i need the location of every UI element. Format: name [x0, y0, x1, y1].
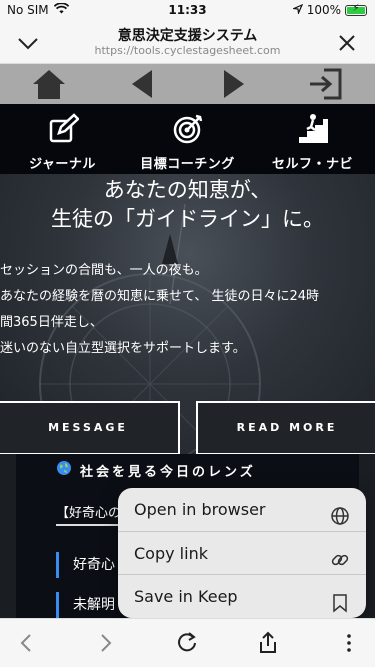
hero-title-line1: あなたの知恵が、 — [103, 178, 272, 202]
save-in-keep-item[interactable]: Save in Keep — [118, 574, 366, 617]
battery-percent: 100% — [306, 3, 341, 17]
message-button[interactable]: MESSAGE — [0, 401, 180, 454]
climb-stairs-icon — [297, 113, 329, 149]
status-bar: No SIM 11:33 100% ⚡ — [0, 0, 375, 22]
context-menu: Open in browser Copy link Save in Keep — [118, 488, 366, 618]
hero-body-line2: あなたの経験を暦の知恵に乗せて、 生徒の日々に24時 — [0, 289, 320, 304]
lens-title: 社会を見る今日のレンズ — [80, 464, 256, 480]
menu-journal-label: ジャーナル — [29, 157, 96, 172]
reload-icon[interactable] — [173, 629, 201, 657]
lens-tab[interactable]: 【好奇心の — [56, 502, 126, 526]
hero-body-line4: 迷いのない自立型選択をサポートします。 — [0, 341, 246, 356]
menu-self-navi-label: セルフ・ナビ — [271, 157, 353, 172]
home-icon[interactable] — [32, 68, 66, 100]
copy-link-label: Copy link — [134, 544, 208, 563]
forward-arrow-icon[interactable] — [216, 68, 250, 100]
open-in-browser-label: Open in browser — [134, 500, 266, 519]
forward-icon[interactable] — [92, 629, 120, 657]
hero-body-line3: 間365日伴走し、 — [0, 315, 103, 330]
target-icon — [172, 113, 204, 149]
hero-body-line1: セッションの合間も、一人の夜も。 — [0, 263, 208, 278]
battery-icon: ⚡ — [345, 2, 367, 16]
close-icon[interactable] — [333, 30, 361, 56]
category-menu: ジャーナル 目標コーチング セルフ・ナビ — [0, 104, 375, 174]
read-more-button[interactable]: READ MORE — [196, 401, 375, 454]
back-arrow-icon[interactable] — [126, 68, 160, 100]
open-in-browser-item[interactable]: Open in browser — [118, 488, 366, 531]
hero-title-line2: 生徒の「ガイドライン」に。 — [51, 207, 324, 231]
list-item[interactable]: 未解明 — [56, 592, 115, 618]
back-icon[interactable] — [12, 629, 40, 657]
page-title: 意思決定支援システム — [117, 28, 258, 44]
save-in-keep-label: Save in Keep — [134, 587, 238, 606]
menu-self-navi[interactable]: セルフ・ナビ — [250, 104, 375, 174]
globe-icon — [330, 499, 350, 525]
menu-goal-coaching-label: 目標コーチング — [140, 157, 235, 172]
location-icon — [291, 3, 303, 17]
more-icon[interactable] — [335, 629, 363, 657]
hero-body: セッションの合間も、一人の夜も。 あなたの経験を暦の知恵に乗せて、 生徒の日々に… — [0, 258, 375, 362]
edit-icon — [47, 113, 80, 149]
menu-goal-coaching[interactable]: 目標コーチング — [125, 104, 250, 174]
chevron-down-icon[interactable] — [14, 30, 42, 56]
browser-toolbar — [0, 618, 375, 667]
share-icon[interactable] — [254, 629, 282, 657]
browser-header: 意思決定支援システム https://tools.cyclestagesheet… — [0, 22, 375, 64]
page-url: https://tools.cyclestagesheet.com — [94, 44, 281, 57]
logout-icon[interactable] — [308, 68, 342, 100]
globe-icon — [56, 460, 72, 480]
link-icon — [330, 543, 350, 566]
menu-journal[interactable]: ジャーナル — [0, 104, 125, 174]
bookmark-icon — [330, 586, 350, 613]
hero-section: あなたの知恵が、 生徒の「ガイドライン」に。 セッションの合間も、一人の夜も。 … — [0, 174, 375, 454]
list-item[interactable]: 好奇心 — [56, 552, 115, 578]
copy-link-item[interactable]: Copy link — [118, 531, 366, 574]
charging-bolt-icon: ⚡ — [352, 2, 360, 14]
site-nav-bar — [0, 64, 375, 104]
